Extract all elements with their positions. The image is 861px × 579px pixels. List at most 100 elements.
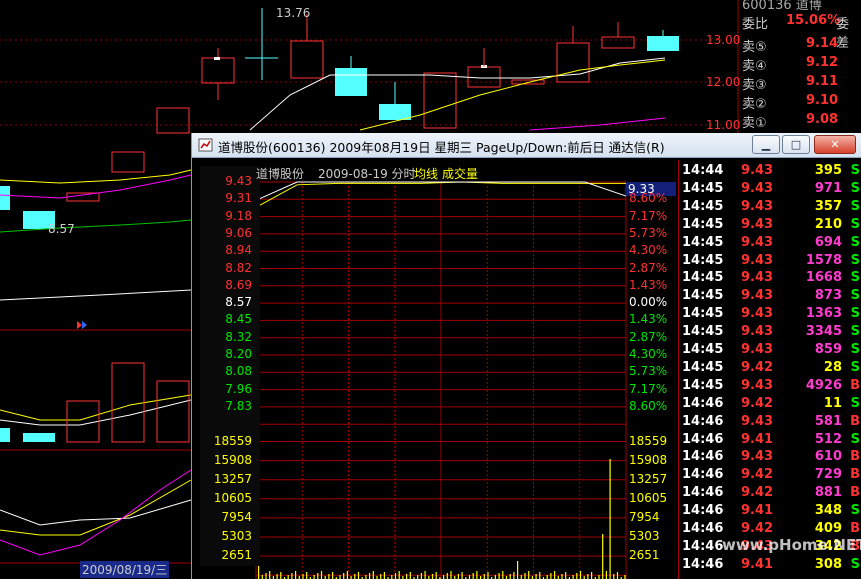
volume-bar	[380, 574, 382, 579]
volume-bar	[328, 574, 330, 579]
trade-price: 9.43	[741, 234, 774, 250]
price-tick: 9.18	[225, 208, 252, 223]
volume-bar	[280, 572, 282, 579]
volume-tick: 18559	[629, 433, 668, 448]
volume-bar	[498, 573, 500, 579]
trade-row: 14:46 9.41 348 S	[679, 503, 861, 521]
trade-side: B	[850, 521, 860, 536]
volume-bar	[383, 572, 385, 579]
volume-bar	[461, 572, 463, 579]
trade-volume: 881	[814, 485, 842, 501]
percent-tick: 5.73%	[629, 364, 668, 379]
trade-volume: 409	[814, 521, 842, 536]
price-tick: 9.06	[225, 225, 252, 240]
volume-bar	[391, 575, 393, 579]
trade-ticker-list[interactable]: 14:44 9.43 395 S 14:45 9.43 971 S 14:45 9.43 357 S 1…	[678, 160, 861, 579]
volume-bar	[265, 573, 267, 579]
volume-tick: 13257	[213, 471, 252, 486]
maximize-button[interactable]: □	[782, 135, 810, 154]
trade-time: 14:46	[682, 485, 724, 501]
trade-time: 14:45	[682, 306, 724, 322]
volume-bar	[502, 571, 504, 579]
volume-tick: 15908	[213, 452, 252, 467]
trade-time: 14:44	[682, 163, 724, 178]
trade-price: 9.43	[741, 198, 774, 214]
trade-row: 14:46 9.43 610 B	[679, 449, 861, 467]
trade-side: S	[850, 270, 860, 286]
trade-row: 14:46 9.41 512 S	[679, 432, 861, 450]
volume-bar	[287, 575, 289, 579]
volume-bar	[591, 572, 593, 579]
kline-tick-1100: 11.00	[706, 118, 741, 132]
volume-bar	[332, 572, 334, 579]
percent-tick: 2.87%	[629, 260, 668, 275]
kline-tick-1300: 13.00	[706, 33, 741, 47]
volume-bar	[450, 571, 452, 579]
trade-time: 14:45	[682, 270, 724, 286]
intraday-chart[interactable]	[192, 158, 678, 579]
trade-time: 14:45	[682, 234, 724, 250]
trade-volume: 3345	[805, 324, 842, 340]
volume-tick: 10605	[213, 490, 252, 505]
price-tick: 8.69	[225, 277, 252, 292]
trade-volume: 729	[814, 467, 842, 483]
trade-time: 14:46	[682, 521, 724, 536]
volume-bar	[435, 572, 437, 579]
trade-side: S	[850, 431, 860, 447]
trade-side: S	[850, 288, 860, 304]
volume-tick: 5303	[629, 529, 660, 543]
trade-price: 9.43	[741, 324, 774, 340]
percent-tick: 8.60%	[629, 398, 668, 413]
percent-tick: 4.30%	[629, 243, 668, 258]
percent-tick: 5.73%	[629, 225, 668, 240]
date-cursor-label: 2009/08/19/三	[80, 561, 170, 578]
trade-volume: 873	[814, 288, 842, 304]
volume-tick: 15908	[629, 452, 668, 467]
trade-volume: 357	[814, 198, 842, 214]
trade-row: 14:45 9.43 4926 B	[679, 378, 861, 396]
order-ratio-value: 15.06%	[786, 13, 841, 28]
trade-volume: 308	[814, 556, 842, 572]
ask3-price: 9.11	[806, 74, 839, 89]
close-button[interactable]: ✕	[814, 135, 856, 154]
volume-bar	[431, 574, 434, 579]
trade-price: 9.43	[741, 342, 774, 357]
trade-price: 9.42	[741, 359, 774, 375]
trade-side: S	[850, 395, 860, 411]
volume-bar	[420, 573, 422, 579]
volume-bar	[424, 571, 426, 579]
volume-bar	[609, 459, 611, 579]
volume-bar	[409, 572, 411, 579]
volume-bar	[535, 574, 537, 579]
kline-tick-1200: 12.00	[706, 75, 741, 89]
volume-bar	[517, 561, 519, 579]
volume-bar	[605, 571, 607, 579]
trade-price: 9.41	[741, 503, 774, 519]
volume-bar	[550, 573, 552, 579]
trade-row: 14:45 9.43 694 S	[679, 235, 861, 253]
trade-volume: 210	[814, 216, 842, 232]
trade-row: 14:46 9.41 308 S	[679, 557, 861, 575]
app-icon	[198, 138, 213, 152]
trade-side: S	[850, 503, 860, 519]
trade-time: 14:46	[682, 556, 724, 572]
trade-side: B	[850, 467, 860, 483]
volume-bar	[269, 571, 271, 579]
volume-bar	[472, 573, 474, 579]
price-tick: 7.96	[225, 381, 252, 396]
volume-bar	[291, 573, 293, 579]
chart-date-label: 2009-08-19 分时	[318, 167, 416, 181]
trade-side: B	[850, 485, 860, 501]
volume-bar	[513, 572, 515, 579]
minimize-button[interactable]: ▁	[752, 135, 780, 154]
volume-tick: 2651	[221, 548, 252, 563]
price-tick: 7.83	[225, 398, 252, 413]
window-titlebar[interactable]: 道博股份(600136) 2009年08月19日 星期三 PageUp/Down…	[192, 133, 861, 158]
trade-side: B	[850, 377, 860, 393]
trade-price: 9.41	[741, 556, 774, 572]
trade-side: S	[850, 342, 860, 357]
trade-volume: 1363	[805, 306, 842, 322]
volume-bar	[613, 574, 615, 579]
trade-price: 9.43	[741, 163, 774, 178]
trade-time: 14:46	[682, 395, 724, 411]
